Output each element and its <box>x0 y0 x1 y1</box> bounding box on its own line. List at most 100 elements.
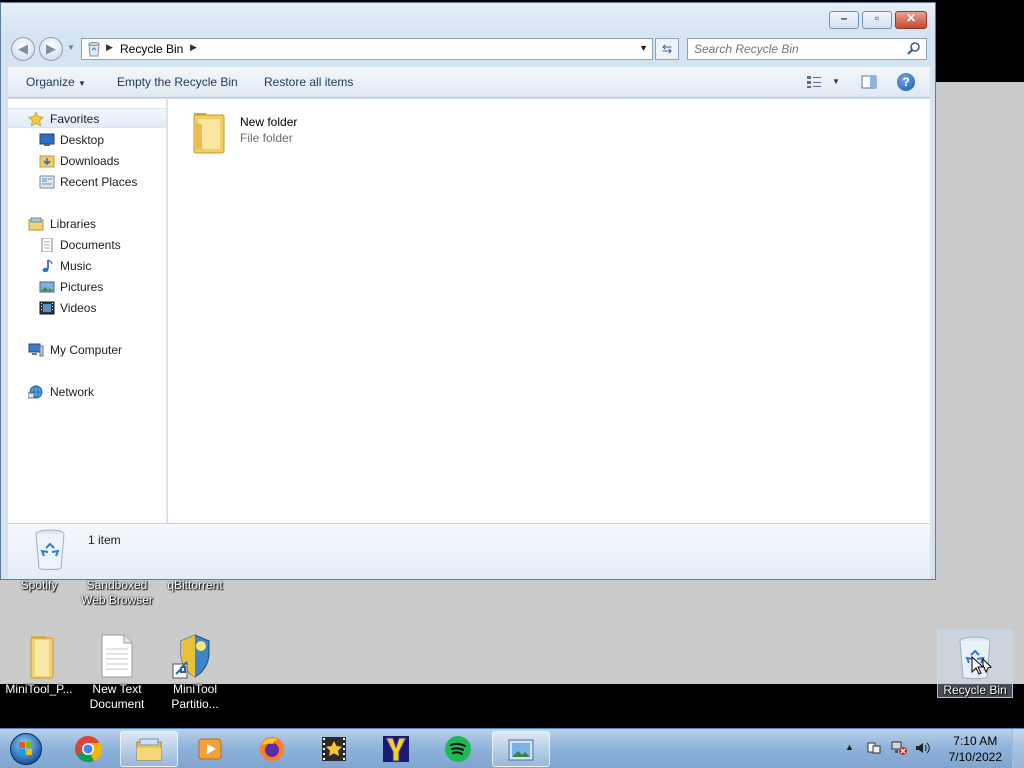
navigation-pane: Favorites Desktop Downloads Recent Place… <box>8 99 167 523</box>
view-options-icon[interactable] <box>806 75 822 92</box>
search-input[interactable] <box>694 41 899 57</box>
computer-icon <box>28 343 44 357</box>
desktop-icon-spotify[interactable]: Spotify <box>0 578 78 593</box>
item-count: 1 item <box>88 533 121 547</box>
file-type: File folder <box>240 131 293 145</box>
nav-favorites[interactable]: Favorites <box>8 108 166 128</box>
file-list: New folder File folder <box>168 99 930 523</box>
nav-downloads[interactable]: Downloads <box>8 151 166 171</box>
refresh-button[interactable]: ⇆ <box>655 38 679 60</box>
help-icon[interactable]: ? <box>897 73 915 91</box>
minimize-button[interactable]: – <box>829 11 859 29</box>
desktop-icon-label: MiniTool_P... <box>5 682 73 696</box>
nav-label: Videos <box>60 301 97 315</box>
address-bar[interactable]: ▶ Recycle Bin ▶ ▼ <box>81 38 653 60</box>
show-hidden-icons-icon[interactable]: ▲ <box>845 742 854 752</box>
desktop-icon-minitool-partition[interactable]: MiniTool Partitio... <box>156 632 234 712</box>
videos-icon <box>39 301 55 315</box>
nav-label: Documents <box>60 238 121 252</box>
breadcrumb-separator-icon[interactable]: ▶ <box>106 42 113 53</box>
folder-icon <box>15 632 63 680</box>
file-explorer-icon <box>135 736 163 764</box>
close-button[interactable]: ✕ <box>895 11 927 29</box>
taskbar-photo-viewer[interactable] <box>492 731 550 767</box>
search-icon[interactable] <box>907 41 921 58</box>
taskbar-media-player[interactable] <box>182 731 240 767</box>
organize-label: Organize <box>26 75 75 89</box>
address-dropdown-icon[interactable]: ▼ <box>639 43 648 53</box>
desktop-icon-label: qBittorrent <box>167 578 223 592</box>
recycle-bin-small-icon <box>86 41 102 60</box>
forward-button[interactable]: ▶ <box>39 37 63 61</box>
refresh-icon: ⇆ <box>661 42 673 56</box>
nav-documents[interactable]: Documents <box>8 235 166 255</box>
close-icon: ✕ <box>905 11 917 25</box>
star-icon <box>28 111 44 127</box>
volume-icon[interactable] <box>914 740 930 759</box>
movie-maker-icon <box>320 735 348 763</box>
downloads-folder-icon <box>39 154 55 168</box>
maximize-icon: ▫ <box>874 11 880 25</box>
back-button[interactable]: ◀ <box>11 37 35 61</box>
taskbar-chrome[interactable] <box>60 731 118 767</box>
show-desktop-button[interactable] <box>1012 729 1024 768</box>
back-arrow-icon: ◀ <box>18 41 28 56</box>
restore-all-items-button[interactable]: Restore all items <box>264 75 353 89</box>
clock[interactable]: 7:10 AM 7/10/2022 <box>949 733 1002 765</box>
taskbar-app-y[interactable] <box>368 731 426 767</box>
minitool-partition-icon <box>171 632 219 680</box>
window-titlebar[interactable]: – ▫ ✕ <box>1 3 935 33</box>
nav-videos[interactable]: Videos <box>8 298 166 318</box>
nav-label: Music <box>60 259 92 273</box>
preview-pane-icon[interactable] <box>861 75 877 92</box>
clock-time: 7:10 AM <box>953 734 998 748</box>
taskbar-spotify[interactable] <box>430 731 488 767</box>
file-name: New folder <box>240 115 298 129</box>
chevron-down-icon: ▼ <box>78 79 86 88</box>
nav-label: Libraries <box>50 217 97 231</box>
start-button[interactable] <box>4 729 48 768</box>
desktop-icon-label: Spotify <box>20 578 58 592</box>
mouse-cursor-icon <box>971 655 985 679</box>
desktop-icon-qbittorrent[interactable]: qBittorrent <box>156 578 234 593</box>
spotify-icon <box>444 735 472 763</box>
recent-pages-icon[interactable]: ▼ <box>67 43 75 52</box>
desktop-icon-label: MiniTool Partitio... <box>171 682 219 711</box>
address-row: ◀ ▶ ▼ ▶ Recycle Bin ▶ ▼ ⇆ <box>1 35 935 63</box>
organize-button[interactable]: Organize ▼ <box>26 75 86 89</box>
network-status-icon[interactable] <box>890 740 908 759</box>
search-box[interactable] <box>687 38 927 60</box>
desktop-icon-label: Sandboxed Web Browser <box>81 578 153 607</box>
minimize-icon: – <box>840 11 848 25</box>
nav-my-computer[interactable]: My Computer <box>8 340 166 360</box>
empty-recycle-bin-button[interactable]: Empty the Recycle Bin <box>117 75 238 89</box>
text-document-icon <box>93 632 141 680</box>
nav-label: Downloads <box>60 154 120 168</box>
nav-network[interactable]: Network <box>8 382 166 402</box>
desktop-icon-minitool-folder[interactable]: MiniTool_P... <box>0 632 78 697</box>
desktop-icon-sandboxed-browser[interactable]: Sandboxed Web Browser <box>78 578 156 608</box>
nav-recent-places[interactable]: Recent Places <box>8 172 166 192</box>
breadcrumb-chevron-icon[interactable]: ▶ <box>190 42 197 53</box>
desktop-icon-label: Recycle Bin <box>943 683 1007 697</box>
view-dropdown-icon[interactable]: ▼ <box>832 77 840 86</box>
nav-libraries[interactable]: Libraries <box>8 214 166 234</box>
nav-music[interactable]: Music <box>8 256 166 276</box>
clock-date: 7/10/2022 <box>948 750 1002 764</box>
nav-pictures[interactable]: Pictures <box>8 277 166 297</box>
desktop-icon-new-text-document[interactable]: New Text Document <box>78 632 156 712</box>
nav-label: Network <box>50 385 95 399</box>
taskbar-firefox[interactable] <box>244 731 302 767</box>
maximize-button[interactable]: ▫ <box>862 11 892 29</box>
breadcrumb-recycle-bin[interactable]: Recycle Bin <box>120 42 183 56</box>
action-center-icon[interactable] <box>866 740 882 759</box>
firefox-icon <box>258 735 286 763</box>
chrome-icon <box>74 735 103 763</box>
nav-label: Favorites <box>50 112 100 126</box>
network-icon <box>27 385 44 399</box>
command-bar: Organize ▼ Empty the Recycle Bin Restore… <box>8 67 930 98</box>
nav-desktop[interactable]: Desktop <box>8 130 166 150</box>
file-item-new-folder[interactable]: New folder File folder <box>184 105 364 157</box>
taskbar-file-explorer[interactable] <box>120 731 178 767</box>
taskbar-movie-maker[interactable] <box>306 731 364 767</box>
